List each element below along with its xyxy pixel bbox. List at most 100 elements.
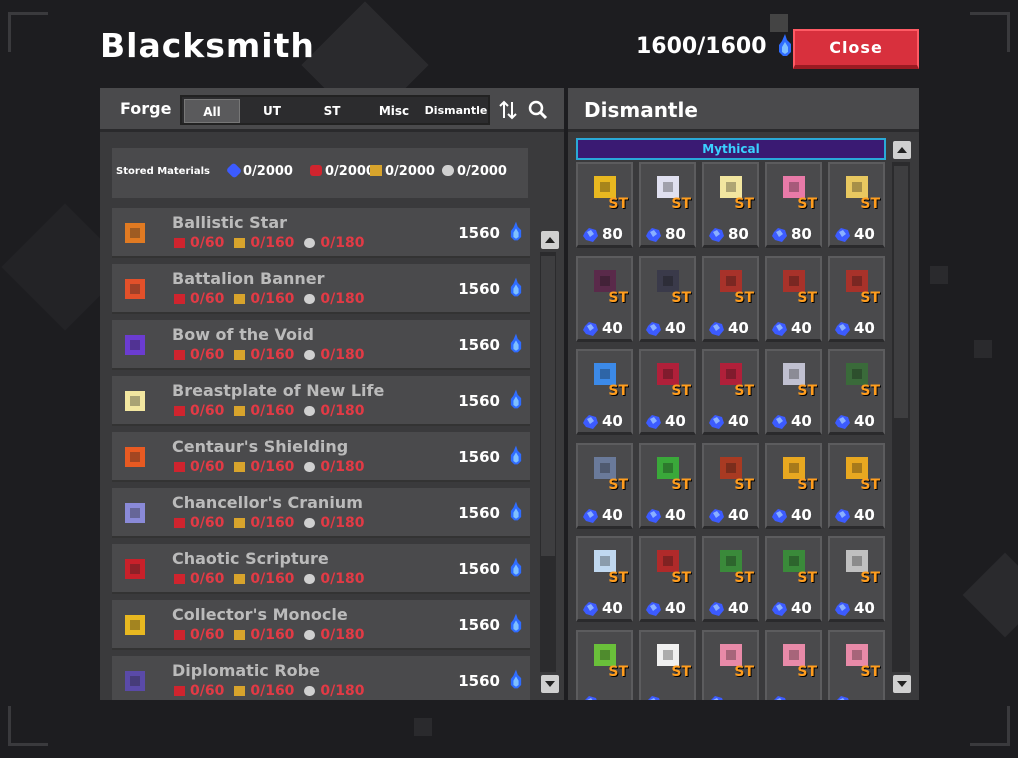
item-icon xyxy=(120,386,150,416)
dismantle-item[interactable]: ST 40 xyxy=(576,442,633,529)
search-icon[interactable] xyxy=(528,100,548,120)
dismantle-item[interactable]: ST 40 xyxy=(576,349,633,435)
dismantle-value: 40 xyxy=(854,318,875,337)
dismantle-item[interactable]: ST 40 xyxy=(702,536,759,622)
requirement: 0/60 xyxy=(174,459,224,475)
blue-gem-icon xyxy=(583,415,598,429)
item-sprite-icon xyxy=(125,615,145,635)
forge-item-row[interactable]: Battalion Banner 0/60 0/160 0/180 1560 xyxy=(112,264,530,314)
tab-misc[interactable]: Misc xyxy=(366,99,422,123)
dismantle-item[interactable]: ST 40 xyxy=(765,536,822,622)
tier-badge: ST xyxy=(860,570,880,586)
sort-arrows-icon[interactable] xyxy=(498,100,518,120)
dismantle-item[interactable]: ST 40 xyxy=(828,162,885,248)
dismantle-item[interactable]: ST 40 xyxy=(765,349,822,435)
dismantle-item[interactable]: ST xyxy=(828,629,885,700)
gold-nugget-icon xyxy=(234,518,246,528)
dismantle-item[interactable]: ST 40 xyxy=(765,255,822,342)
dismantle-scrollbar[interactable] xyxy=(892,162,910,672)
arrow-down-icon[interactable] xyxy=(893,675,911,693)
requirement-value: 0/180 xyxy=(320,459,365,475)
blue-gem-icon xyxy=(646,415,661,429)
silver-ore-icon xyxy=(304,686,316,696)
forge-item-row[interactable]: Diplomatic Robe 0/60 0/160 0/180 1560 xyxy=(112,656,530,700)
forge-scrollbar[interactable] xyxy=(540,252,556,672)
dismantle-item[interactable]: ST 40 xyxy=(576,536,633,622)
frame-corner-tr xyxy=(970,12,1010,52)
dismantle-scroll-thumb[interactable] xyxy=(894,166,908,418)
blue-gem-icon xyxy=(709,228,724,242)
dismantle-item[interactable]: ST 40 xyxy=(828,349,885,435)
item-icon xyxy=(120,610,150,640)
blue-gem-icon xyxy=(772,415,787,429)
forge-item-row[interactable]: Breastplate of New Life 0/60 0/160 0/180 156… xyxy=(112,376,530,426)
requirement: 0/180 xyxy=(304,459,365,475)
dismantle-item[interactable]: ST xyxy=(576,629,633,700)
blue-gem-icon xyxy=(772,321,787,336)
dismantle-item[interactable]: ST 40 xyxy=(702,255,759,342)
requirement-value: 0/180 xyxy=(320,515,365,531)
red-gem-icon xyxy=(174,686,185,696)
requirement: 0/180 xyxy=(304,683,365,699)
dismantle-item[interactable]: ST 40 xyxy=(828,536,885,622)
forge-item-row[interactable]: Collector's Monocle 0/60 0/160 0/180 1560 xyxy=(112,600,530,650)
dismantle-item[interactable]: ST 40 xyxy=(702,442,759,529)
dismantle-value: 40 xyxy=(854,412,875,430)
tier-badge: ST xyxy=(797,476,817,493)
arrow-up-icon[interactable] xyxy=(541,231,559,249)
gold-nugget-icon xyxy=(234,630,246,640)
essence-value: 1600/1600 xyxy=(636,34,767,59)
forge-item-row[interactable]: Chaotic Scripture 0/60 0/160 0/180 1560 xyxy=(112,544,530,594)
requirement: 0/160 xyxy=(234,571,294,587)
dismantle-item[interactable]: ST 80 xyxy=(765,162,822,248)
dismantle-item[interactable]: ST 40 xyxy=(828,255,885,342)
requirement-value: 0/160 xyxy=(250,347,295,363)
silver-ore-icon xyxy=(304,294,316,304)
dismantle-item[interactable]: ST 40 xyxy=(765,442,822,529)
item-icon xyxy=(120,218,150,248)
forge-item-row[interactable]: Chancellor's Cranium 0/60 0/160 0/180 1560 xyxy=(112,488,530,538)
dismantle-item[interactable]: ST 40 xyxy=(702,349,759,435)
dismantle-item[interactable]: ST xyxy=(702,629,759,700)
arrow-up-icon[interactable] xyxy=(893,141,911,159)
dismantle-item[interactable]: ST 80 xyxy=(576,162,633,248)
dismantle-item[interactable]: ST 40 xyxy=(639,349,696,435)
dismantle-item[interactable]: ST 40 xyxy=(639,255,696,342)
blue-gem-icon xyxy=(583,508,598,523)
tier-badge: ST xyxy=(608,383,628,399)
dismantle-item[interactable]: ST xyxy=(765,629,822,700)
dismantle-item[interactable]: ST 40 xyxy=(639,536,696,622)
forge-item-row[interactable]: Ballistic Star 0/60 0/160 0/180 1560 xyxy=(112,208,530,258)
item-requirements: 0/60 0/160 0/180 xyxy=(174,571,375,587)
requirement-value: 0/60 xyxy=(190,235,225,251)
tab-ut[interactable]: UT xyxy=(244,99,300,123)
dismantle-item[interactable]: ST xyxy=(639,629,696,700)
requirement-value: 0/180 xyxy=(320,403,365,419)
requirement: 0/180 xyxy=(304,235,365,251)
requirement-value: 0/60 xyxy=(190,515,225,531)
dismantle-item[interactable]: ST 40 xyxy=(828,442,885,529)
blue-flame-icon xyxy=(510,612,522,638)
item-icon xyxy=(120,498,150,528)
red-gem-icon xyxy=(310,165,322,176)
forge-item-row[interactable]: Centaur's Shielding 0/60 0/160 0/180 1560 xyxy=(112,432,530,482)
tab-st[interactable]: ST xyxy=(304,99,360,123)
dismantle-item[interactable]: ST 40 xyxy=(576,255,633,342)
requirement: 0/60 xyxy=(174,403,224,419)
tier-badge: ST xyxy=(797,383,817,399)
tab-all[interactable]: All xyxy=(184,99,240,123)
tab-dismantle[interactable]: Dismantle xyxy=(424,99,488,123)
requirement: 0/60 xyxy=(174,291,224,307)
dismantle-item[interactable]: ST 80 xyxy=(639,162,696,248)
requirement: 0/160 xyxy=(234,235,294,251)
item-requirements: 0/60 0/160 0/180 xyxy=(174,291,375,307)
arrow-down-icon[interactable] xyxy=(541,675,559,693)
requirement: 0/160 xyxy=(234,515,294,531)
forge-item-row[interactable]: Bow of the Void 0/60 0/160 0/180 1560 xyxy=(112,320,530,370)
blacksmith-screen: Blacksmith 1600/1600 Close Forge All UT … xyxy=(0,0,1018,758)
forge-scroll-thumb[interactable] xyxy=(541,256,555,556)
dismantle-item[interactable]: ST 40 xyxy=(639,442,696,529)
dismantle-value: 40 xyxy=(728,318,749,337)
dismantle-item[interactable]: ST 80 xyxy=(702,162,759,248)
close-button[interactable]: Close xyxy=(793,29,919,69)
